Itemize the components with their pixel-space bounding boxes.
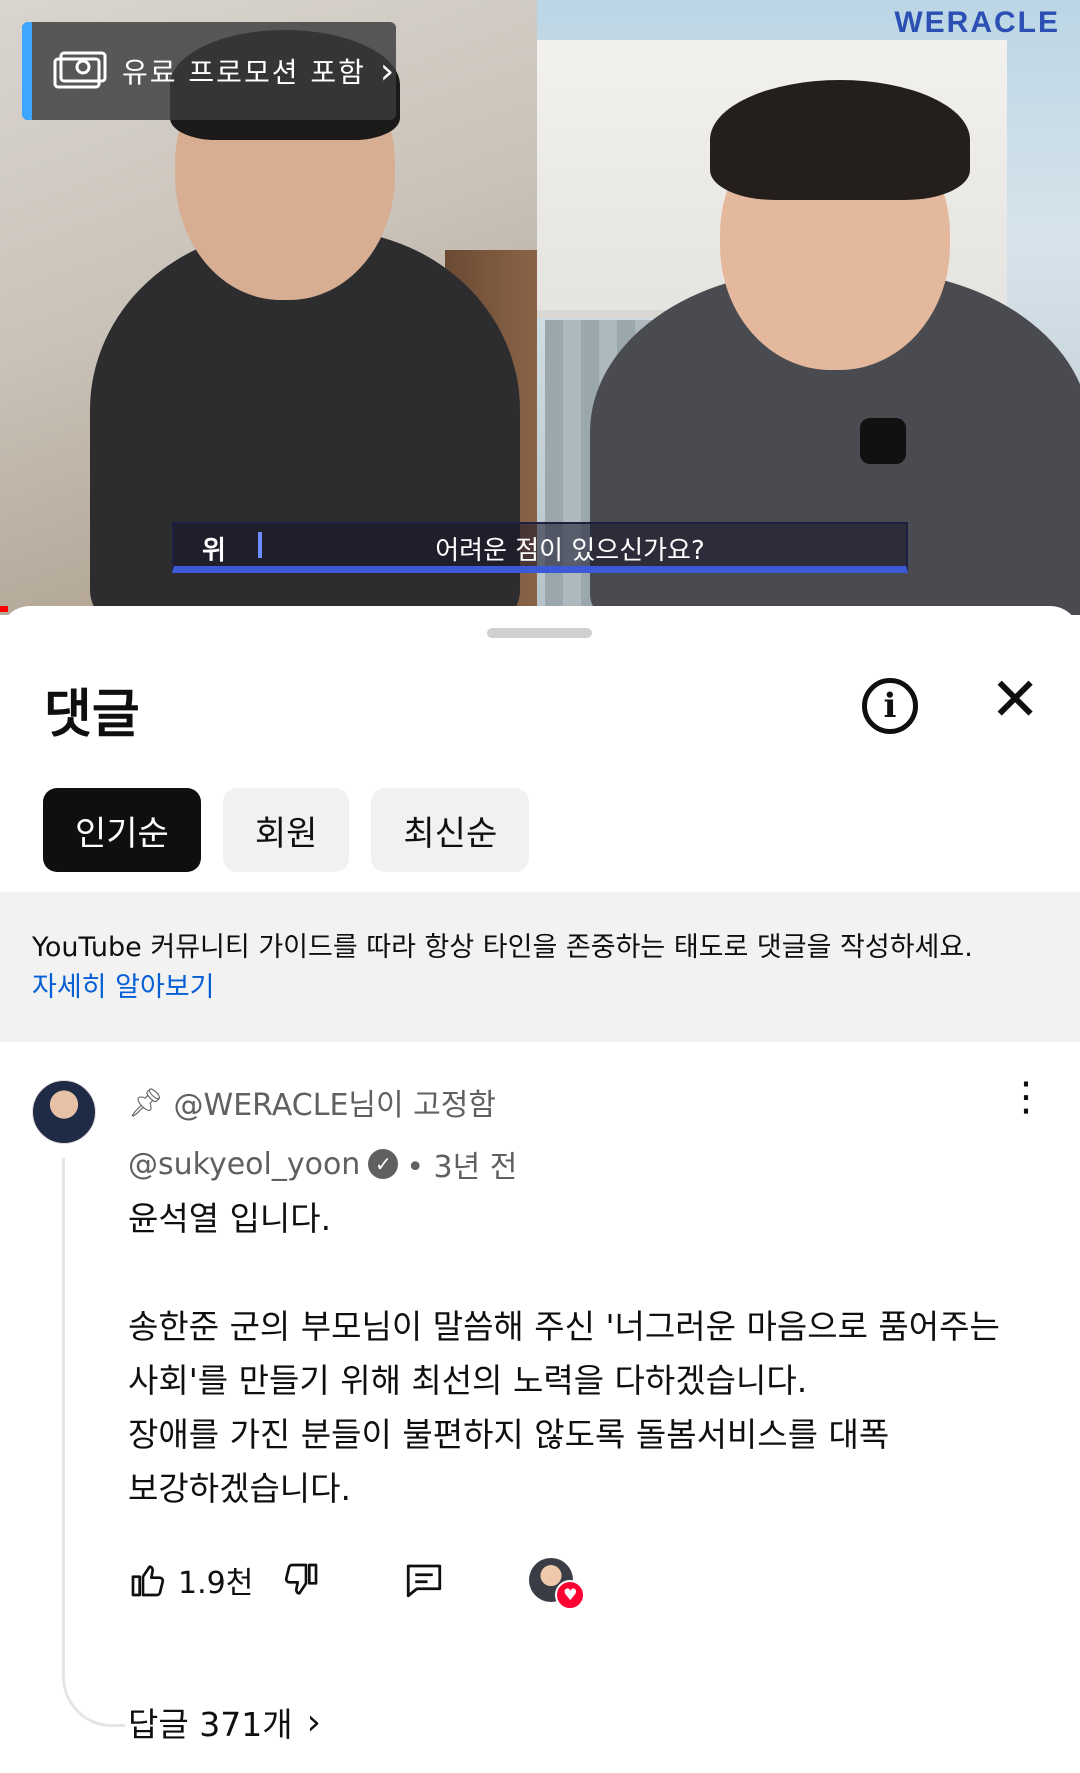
chip-newest[interactable]: 최신순 xyxy=(371,788,530,872)
thumb-down-icon xyxy=(285,1563,318,1595)
paid-promotion-banner[interactable]: 유료 프로모션 포함 › xyxy=(22,22,396,120)
verified-icon: ✓ xyxy=(368,1149,399,1179)
comment-body: 윤석열 입니다. 송한준 군의 부모님이 말씀해 주신 '너그러운 마음으로 품… xyxy=(128,1192,1028,1516)
video-player[interactable]: WERACLE 유료 프로모션 포함 › 위 어려운 점이 있으신가요? xyxy=(0,0,1080,615)
lapel-mic xyxy=(860,418,906,464)
community-guidelines-notice: YouTube 커뮤니티 가이드를 따라 항상 타인을 존중하는 태도로 댓글을… xyxy=(0,892,1080,1042)
comment-line: 보강하겠습니다. xyxy=(128,1469,352,1508)
replies-label: 답글 371개 xyxy=(128,1705,293,1744)
comment-line-blank xyxy=(128,1246,1028,1300)
chevron-right-icon: › xyxy=(306,1701,321,1743)
replies-button[interactable]: 답글 371개 › xyxy=(128,1698,321,1746)
pinned-label: 📌︎ @WERACLE님이 고정함 xyxy=(128,1080,496,1124)
comments-sheet: 댓글 i ✕ 인기순 회원 최신순 YouTube 커뮤니티 가이드를 따라 항… xyxy=(0,606,1080,1773)
sort-chips: 인기순 회원 최신순 xyxy=(43,788,530,872)
creator-heart-icon: ♥ xyxy=(555,1580,586,1610)
chip-members[interactable]: 회원 xyxy=(222,788,350,872)
comment-line: 윤석열 입니다. xyxy=(128,1199,332,1238)
subtitle-text: 어려운 점이 있으신가요? xyxy=(435,536,705,566)
comment-actions: 1.9천 ♥ xyxy=(128,1550,586,1610)
more-vert-icon[interactable]: ⋮ xyxy=(1006,1077,1046,1117)
avatar[interactable] xyxy=(32,1080,96,1144)
thumb-up-icon xyxy=(131,1565,165,1597)
close-icon[interactable]: ✕ xyxy=(990,670,1040,730)
reply-icon xyxy=(407,1564,442,1598)
thread-line xyxy=(62,1158,125,1727)
promo-label: 유료 프로모션 포함 xyxy=(122,56,366,89)
comment-author-row: @sukyeol_yoon ✓ • 3년 전 xyxy=(128,1142,517,1186)
chip-popular[interactable]: 인기순 xyxy=(43,788,201,872)
notice-text: YouTube 커뮤니티 가이드를 따라 항상 타인을 존중하는 태도로 댓글을… xyxy=(32,932,973,963)
comment-author[interactable]: @sukyeol_yoon xyxy=(128,1147,360,1182)
info-icon[interactable]: i xyxy=(862,678,918,734)
pinned-by-text: @WERACLE님이 고정함 xyxy=(173,1088,496,1123)
progress-bar[interactable] xyxy=(0,606,8,612)
subtitle-caption: 위 어려운 점이 있으신가요? xyxy=(172,522,908,573)
sheet-title: 댓글 xyxy=(44,685,140,745)
like-count: 1.9천 xyxy=(178,1566,254,1601)
comment-line: 장애를 가진 분들이 불편하지 않도록 돌봄서비스를 대폭 xyxy=(128,1415,890,1454)
pinned-comment: 📌︎ @WERACLE님이 고정함 ⋮ @sukyeol_yoon ✓ • 3년… xyxy=(0,1042,1080,1773)
comment-line: 사회'를 만들기 위해 최선의 노력을 다하겠습니다. xyxy=(128,1361,808,1400)
pin-icon: 📌︎ xyxy=(128,1085,164,1119)
creator-heart-avatar: ♥ xyxy=(529,1558,586,1610)
host-hair xyxy=(710,80,970,200)
comment-line: 송한준 군의 부모님이 말씀해 주신 '너그러운 마음으로 품어주는 xyxy=(128,1307,1000,1346)
promo-ticket-icon xyxy=(53,51,107,89)
channel-watermark: WERACLE xyxy=(894,6,1060,39)
drag-handle[interactable] xyxy=(487,628,592,638)
learn-more-link[interactable]: 자세히 알아보기 xyxy=(32,968,1048,1008)
dislike-button[interactable] xyxy=(281,1560,321,1600)
like-button[interactable]: 1.9천 xyxy=(128,1558,253,1602)
chevron-right-icon: › xyxy=(379,50,395,92)
reply-button[interactable] xyxy=(403,1559,445,1601)
comment-time: • 3년 전 xyxy=(406,1150,518,1185)
